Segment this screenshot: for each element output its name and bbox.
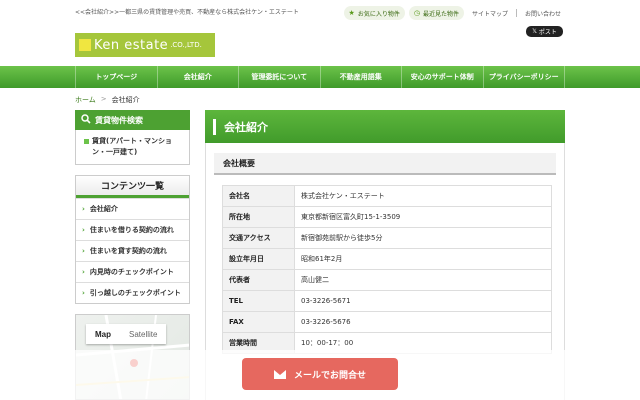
contents-item-label: 住まいを借りる契約の流れ bbox=[89, 226, 174, 234]
rental-search-label: 賃貸(アパート・マンション・一戸建て) bbox=[92, 137, 173, 156]
mail-contact-button[interactable]: メールでお問合せ bbox=[242, 358, 398, 390]
favorites-button[interactable]: ★ お気に入り物件 bbox=[343, 6, 405, 20]
contents-title: コンテンツ一覧 bbox=[76, 176, 189, 198]
contents-item-label: 引っ越しのチェックポイント bbox=[89, 289, 181, 297]
site-tagline: <<会社紹介>>一都三県の賃貸管理や売買、不動産なら株式会社ケン・エステート bbox=[75, 9, 299, 16]
page-title-bar: 会社紹介 bbox=[205, 110, 565, 143]
contents-item-viewing[interactable]: › 内見時のチェックポイント bbox=[76, 261, 189, 282]
rental-search-link[interactable]: 賃貸(アパート・マンション・一戸建て) bbox=[84, 136, 183, 158]
row-value: 昭和61年2月 bbox=[294, 248, 552, 270]
sidebar-search: 賃貸物件検索 賃貸(アパート・マンション・一戸建て) bbox=[75, 110, 190, 165]
nav-item-privacy[interactable]: プライバシーポリシー bbox=[482, 66, 565, 88]
contents-item-label: 住まいを貸す契約の流れ bbox=[89, 247, 167, 255]
search-box: 賃貸(アパート・マンション・一戸建て) bbox=[75, 130, 190, 165]
favorites-label: お気に入り物件 bbox=[357, 10, 400, 18]
row-key: 会社名 bbox=[222, 185, 295, 207]
table-row: 交通アクセス 新宿御苑前駅から徒歩5分 bbox=[222, 227, 552, 249]
table-row: TEL 03-3226-5671 bbox=[222, 290, 552, 312]
breadcrumb: ホーム > 会社紹介 bbox=[75, 95, 140, 105]
row-key: 交通アクセス bbox=[222, 227, 295, 249]
contents-item-lease-flow[interactable]: › 住まいを貸す契約の流れ bbox=[76, 240, 189, 261]
map-tab-map[interactable]: Map bbox=[86, 324, 120, 344]
map-tab-satellite[interactable]: Satellite bbox=[120, 324, 166, 344]
history-icon: ◷ bbox=[413, 9, 420, 17]
row-value: 03-3226-5671 bbox=[294, 290, 552, 312]
search-header: 賃貸物件検索 bbox=[75, 110, 190, 130]
contact-link[interactable]: お問い合わせ bbox=[521, 9, 565, 18]
divider bbox=[515, 9, 517, 17]
nav-item-company[interactable]: 会社紹介 bbox=[156, 66, 239, 88]
chevron-right-icon: › bbox=[82, 226, 85, 234]
recent-label: 最近見た物件 bbox=[422, 10, 459, 18]
top-links: ★ お気に入り物件 ◷ 最近見た物件 サイトマップ お問い合わせ bbox=[343, 6, 565, 20]
contents-item-label: 会社紹介 bbox=[89, 205, 118, 213]
recent-button[interactable]: ◷ 最近見た物件 bbox=[408, 6, 464, 20]
chevron-right-icon: › bbox=[82, 205, 85, 213]
chevron-right-icon: › bbox=[82, 247, 85, 255]
chevron-right-icon: › bbox=[82, 289, 85, 297]
contents-item-label: 内見時のチェックポイント bbox=[89, 268, 174, 276]
chevron-right-icon: › bbox=[82, 268, 85, 276]
bullet-icon bbox=[84, 139, 89, 144]
contents-item-company[interactable]: › 会社紹介 bbox=[76, 198, 189, 219]
table-row: 会社名 株式会社ケン・エステート bbox=[222, 185, 552, 207]
contents-item-rent-flow[interactable]: › 住まいを借りる契約の流れ bbox=[76, 219, 189, 240]
table-row: 設立年月日 昭和61年2月 bbox=[222, 248, 552, 270]
row-value: 株式会社ケン・エステート bbox=[294, 185, 552, 207]
row-value: 東京都新宿区富久町15-1-3509 bbox=[294, 206, 552, 228]
map-type-toggle: Map Satellite bbox=[86, 324, 167, 344]
star-icon: ★ bbox=[348, 9, 355, 17]
row-key: 代表者 bbox=[222, 269, 295, 291]
contents-list: コンテンツ一覧 › 会社紹介 › 住まいを借りる契約の流れ › 住まいを貸す契約… bbox=[75, 175, 190, 304]
row-value: 高山健二 bbox=[294, 269, 552, 291]
title-accent-bar bbox=[213, 118, 216, 135]
table-row: 所在地 東京都新宿区富久町15-1-3509 bbox=[222, 206, 552, 228]
search-icon bbox=[81, 114, 91, 126]
x-post-button[interactable]: 𝕏 ポスト bbox=[526, 26, 563, 37]
row-key: 所在地 bbox=[222, 206, 295, 228]
main-nav: トップページ 会社紹介 管理委託について 不動産用語集 安心のサポート体制 プラ… bbox=[0, 66, 640, 88]
nav-item-management[interactable]: 管理委託について bbox=[238, 66, 320, 88]
row-key: 設立年月日 bbox=[222, 248, 295, 270]
envelope-icon bbox=[273, 369, 286, 379]
logo-main-text: Ken estate bbox=[94, 37, 169, 53]
nav-item-glossary[interactable]: 不動産用語集 bbox=[319, 66, 402, 88]
nav-item-support[interactable]: 安心のサポート体制 bbox=[401, 66, 483, 88]
search-title: 賃貸物件検索 bbox=[95, 115, 143, 125]
row-key: FAX bbox=[222, 311, 295, 333]
row-value: 03-3226-5676 bbox=[294, 311, 552, 333]
page-title: 会社紹介 bbox=[224, 120, 268, 134]
contents-item-moving[interactable]: › 引っ越しのチェックポイント bbox=[76, 282, 189, 303]
nav-item-top[interactable]: トップページ bbox=[75, 66, 157, 88]
row-key: TEL bbox=[222, 290, 295, 312]
sitemap-link[interactable]: サイトマップ bbox=[468, 9, 512, 18]
site-logo[interactable]: Ken estate .CO.,LTD. bbox=[75, 33, 215, 57]
table-row: 代表者 高山健二 bbox=[222, 269, 552, 291]
logo-suffix-text: .CO.,LTD. bbox=[170, 41, 202, 49]
section-title: 会社概要 bbox=[214, 153, 556, 175]
breadcrumb-current: 会社紹介 bbox=[111, 96, 140, 104]
logo-square-icon bbox=[79, 39, 91, 51]
x-post-label: ポスト bbox=[538, 29, 557, 36]
row-value: 新宿御苑前駅から徒歩5分 bbox=[294, 227, 552, 249]
mail-contact-label: メールでお問合せ bbox=[293, 370, 366, 381]
top-bar: <<会社紹介>>一都三県の賃貸管理や売買、不動産なら株式会社ケン・エステート ★… bbox=[75, 6, 565, 20]
table-row: FAX 03-3226-5676 bbox=[222, 311, 552, 333]
breadcrumb-home[interactable]: ホーム bbox=[75, 95, 96, 105]
company-info-table: 会社名 株式会社ケン・エステート 所在地 東京都新宿区富久町15-1-3509 交通… bbox=[222, 185, 552, 354]
breadcrumb-separator: > bbox=[100, 95, 107, 103]
x-logo-icon: 𝕏 bbox=[532, 28, 537, 35]
